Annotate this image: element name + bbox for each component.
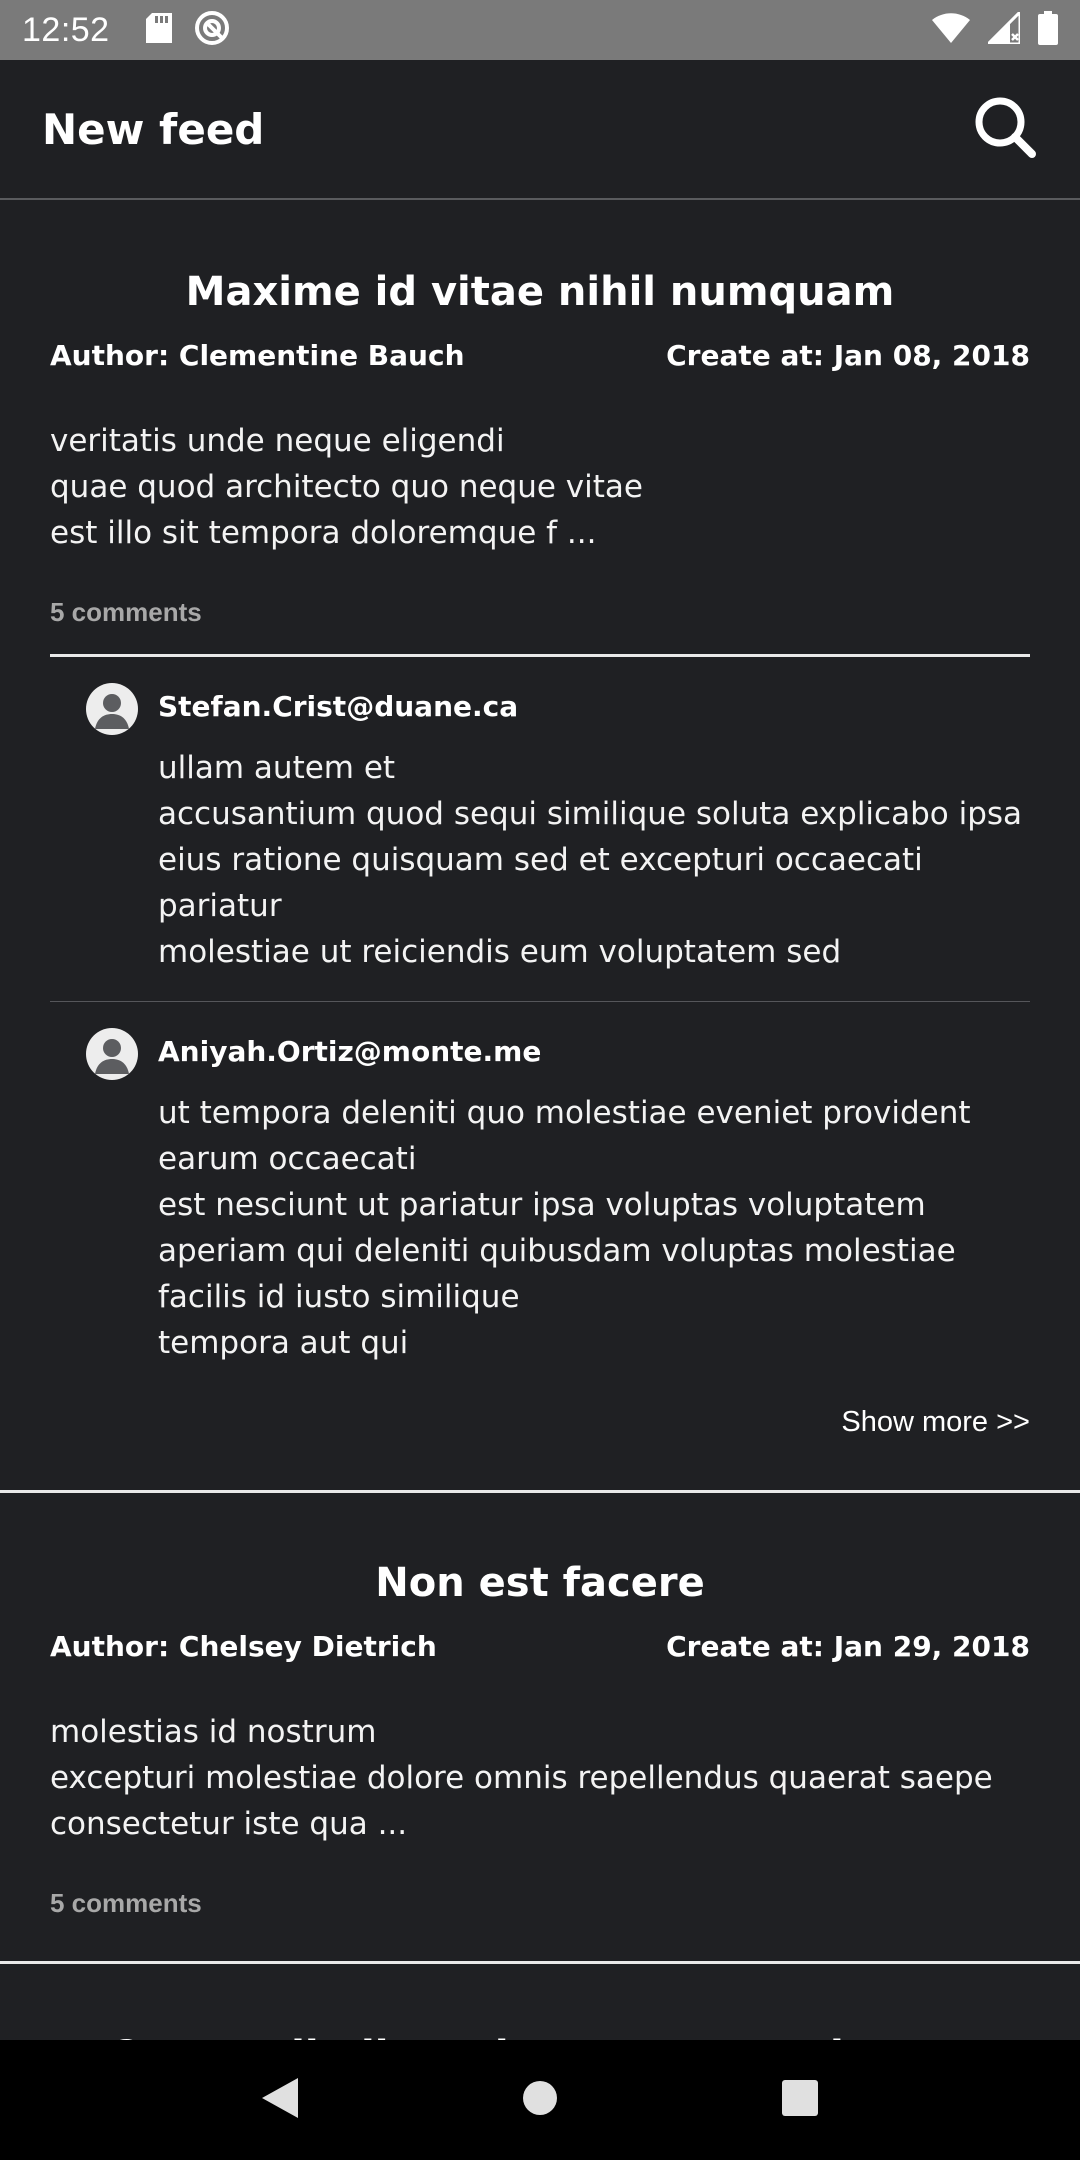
sync-icon [194,10,230,50]
post-author: Author: Chelsey Dietrich [50,1630,437,1663]
feed-list[interactable]: Maxime id vitae nihil numquam Author: Cl… [0,202,1080,2040]
avatar [86,683,138,735]
system-nav-bar [0,2040,1080,2160]
back-button[interactable] [250,2070,310,2130]
post-body: molestias id nostrum excepturi molestiae… [50,1714,993,1842]
post-card[interactable]: Non est facere Author: Chelsey Dietrich … [0,1493,1080,1964]
back-icon [260,2076,300,2124]
post-title: Commodi ullam sint et excepturi error ex… [50,1964,1030,2040]
comment-item: Aniyah.Ortiz@monte.me ut tempora delenit… [50,1001,1030,1392]
avatar [86,1028,138,1080]
post-title: Non est facere [375,1560,705,1606]
comment-email: Stefan.Crist@duane.ca [158,690,519,723]
status-bar: 12:52 [0,0,1080,60]
comment-text: ut tempora deleniti quo molestiae evenie… [158,1095,971,1361]
post-title: Maxime id vitae nihil numquam [185,269,895,315]
post-card[interactable]: Maxime id vitae nihil numquam Author: Cl… [0,202,1080,1493]
post-meta: Author: Clementine Bauch Create at: Jan … [50,330,1030,382]
status-time: 12:52 [22,10,110,49]
post-author: Author: Clementine Bauch [50,339,465,372]
comment-text: ullam autem et accusantium quod sequi si… [158,750,1023,970]
recents-icon [781,2079,819,2121]
comment-item: Stefan.Crist@duane.ca ullam autem et acc… [50,657,1030,1001]
search-icon [974,96,1036,162]
home-icon [520,2078,560,2122]
post-date: Create at: Jan 29, 2018 [666,1630,1030,1663]
show-more-link[interactable]: Show more >> [50,1392,1030,1490]
search-button[interactable] [972,96,1038,162]
comment-count[interactable]: 5 comments [50,1875,1030,1931]
comment-count[interactable]: 5 comments [50,584,1030,640]
page-title: New feed [42,104,265,154]
post-date: Create at: Jan 08, 2018 [666,339,1030,372]
comment-list: Stefan.Crist@duane.ca ullam autem et acc… [50,654,1030,1392]
cellular-signal-icon [984,8,1022,48]
post-card[interactable]: Commodi ullam sint et excepturi error ex… [0,1964,1080,2040]
home-button[interactable] [510,2070,570,2130]
recents-button[interactable] [770,2070,830,2130]
sd-card-icon [145,13,172,47]
comment-email: Aniyah.Ortiz@monte.me [158,1035,542,1068]
wifi-icon [932,13,970,47]
post-meta: Author: Chelsey Dietrich Create at: Jan … [50,1621,1030,1673]
battery-icon [1038,11,1058,49]
post-body: veritatis unde neque eligendi quae quod … [50,423,643,551]
app-bar: New feed [0,60,1080,200]
